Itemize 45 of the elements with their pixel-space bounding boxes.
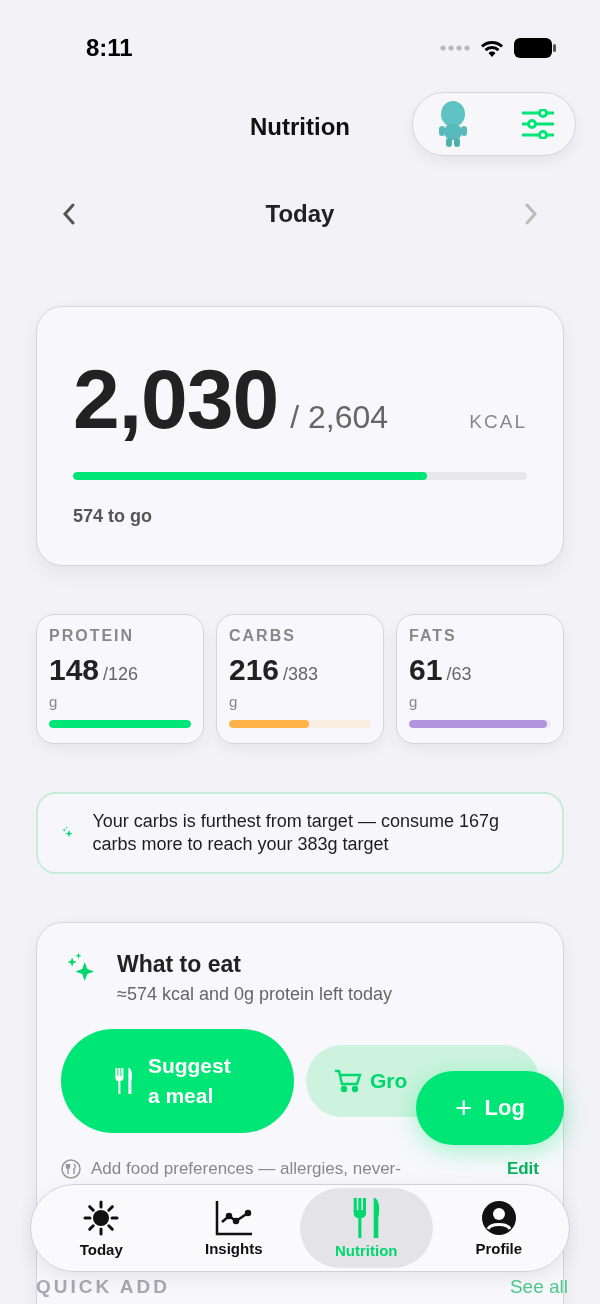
macro-target: /383 [283, 664, 319, 685]
wifi-icon [480, 39, 504, 57]
macro-unit: g [49, 693, 59, 710]
chevron-left-icon [62, 203, 76, 225]
macro-unit: g [409, 693, 419, 710]
macro-unit: g [229, 693, 239, 710]
see-all-link[interactable]: See all [509, 1276, 568, 1298]
chevron-right-icon [524, 203, 538, 225]
tab[interactable]: Profile [432, 1188, 565, 1268]
figure-icon [437, 100, 469, 148]
profile-icon [480, 1199, 517, 1236]
calorie-unit: KCAL [469, 411, 527, 433]
section-subtitle: ≈574 kcal and 0g protein left today [117, 984, 393, 1005]
tab[interactable]: Nutrition [300, 1188, 433, 1268]
macro-target: /126 [103, 664, 139, 685]
fork-knife-icon [113, 1068, 134, 1094]
macro-name: PROTEIN [49, 627, 136, 645]
sliders-icon[interactable] [521, 109, 555, 139]
cart-icon [333, 1069, 362, 1093]
edit-link[interactable]: Edit [506, 1159, 539, 1179]
tab[interactable]: Insights [167, 1188, 300, 1268]
insight-text: Your carbs is furthest from target — consume 167g carbs more to reach your 383g target [92, 810, 500, 856]
utensils-circle-icon [61, 1159, 81, 1179]
log-button[interactable]: + Log [416, 1071, 564, 1145]
macro-value: 216 [229, 653, 280, 687]
calories-remaining: 574 to go [73, 506, 153, 527]
tab[interactable]: Today [35, 1188, 168, 1268]
sun-icon [82, 1198, 121, 1237]
status-time: 8:11 [86, 34, 133, 62]
quick-add-title: QUICK ADD [36, 1276, 170, 1298]
suggest-meal-button[interactable]: Suggest a meal [61, 1029, 294, 1133]
section-title: What to eat [117, 951, 242, 978]
macro-name: CARBS [229, 627, 297, 645]
date-label: Today [265, 200, 335, 228]
signal-icon [440, 45, 470, 51]
page-title: Nutrition [250, 113, 350, 141]
macro-value: 61 [409, 653, 443, 687]
calories-eaten: 2,030 [73, 351, 279, 448]
macro-value: 148 [49, 653, 100, 687]
line-chart-icon [214, 1199, 253, 1236]
macro-target: /63 [446, 664, 472, 685]
battery-icon [514, 38, 556, 58]
macro-name: FATS [409, 627, 458, 645]
preferences-text: Add food preferences — allergies, never- [91, 1159, 401, 1179]
calorie-target: / 2,604 [290, 399, 389, 436]
